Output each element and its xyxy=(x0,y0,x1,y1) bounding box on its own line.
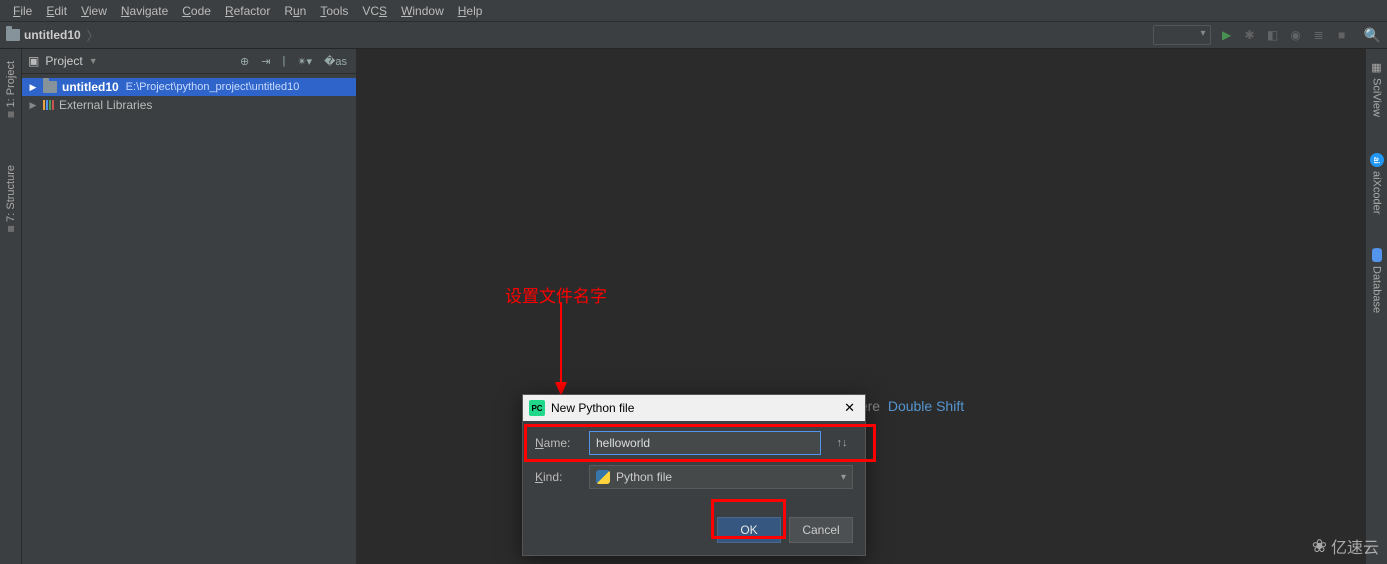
menu-refactor[interactable]: Refactor xyxy=(218,2,277,20)
pycharm-icon: PC xyxy=(529,400,545,416)
left-tool-gutter: 1: Project 7: Structure xyxy=(0,49,22,564)
tab-sciview[interactable]: ▦SciView xyxy=(1368,57,1385,121)
coverage-icon[interactable]: ◧ xyxy=(1266,28,1280,42)
chevron-right-icon: 〉 xyxy=(87,27,99,44)
right-tool-gutter: ▦SciView aiaiXcoder Database xyxy=(1365,49,1387,564)
watermark: ❀ 亿速云 xyxy=(1312,534,1379,558)
kind-value: Python file xyxy=(616,470,672,484)
project-panel: ▣ Project ▼ ⊕ ⇥ | ✴▾ �as ▶ untitled10 E:… xyxy=(22,49,357,564)
hint-shortcut: Double Shift xyxy=(888,398,964,414)
python-file-icon xyxy=(596,470,610,484)
tree-node-name: untitled10 xyxy=(62,80,119,94)
name-input[interactable] xyxy=(589,431,821,455)
folder-icon xyxy=(6,29,20,41)
dialog-title-text: New Python file xyxy=(551,401,634,415)
menu-navigate[interactable]: Navigate xyxy=(114,2,175,20)
menu-code[interactable]: Code xyxy=(175,2,218,20)
tree-node-path: E:\Project\python_project\untitled10 xyxy=(126,81,300,93)
tab-database[interactable]: Database xyxy=(1369,246,1385,317)
close-icon[interactable]: ✕ xyxy=(840,400,859,416)
new-python-file-dialog: PC New Python file ✕ Name: ↑↓ Kind: Pyth… xyxy=(522,394,866,556)
expand-arrow-icon[interactable]: ▶ xyxy=(28,82,38,93)
aixcoder-icon: ai xyxy=(1370,153,1384,167)
tab-aixcoder[interactable]: aiaiXcoder xyxy=(1368,149,1386,218)
menu-window[interactable]: Window xyxy=(394,2,451,20)
annotation-arrow-icon xyxy=(546,302,576,398)
collapse-all-icon[interactable]: ⇥ xyxy=(258,55,273,68)
dialog-titlebar[interactable]: PC New Python file ✕ xyxy=(523,395,865,421)
ok-button[interactable]: OK xyxy=(717,517,781,543)
concurrency-icon[interactable]: ≣ xyxy=(1312,28,1326,42)
menu-vcs[interactable]: VCS xyxy=(355,2,394,20)
database-icon xyxy=(1372,250,1382,262)
folder-icon xyxy=(43,81,57,93)
tab-structure-tool[interactable]: 7: Structure xyxy=(3,161,19,236)
project-tree[interactable]: ▶ untitled10 E:\Project\python_project\u… xyxy=(22,74,356,118)
name-label: Name: xyxy=(535,436,579,450)
breadcrumb-project[interactable]: untitled10 xyxy=(24,28,81,42)
divider-icon: | xyxy=(279,55,288,67)
nav-bar: untitled10 〉 ▶ ✱ ◧ ◉ ≣ ■ 🔍 xyxy=(0,22,1387,49)
cancel-button[interactable]: Cancel xyxy=(789,517,853,543)
tree-root-row[interactable]: ▶ untitled10 E:\Project\python_project\u… xyxy=(22,78,356,96)
hide-panel-icon[interactable]: �as xyxy=(321,55,350,68)
project-scope-icon: ▣ xyxy=(28,54,39,68)
chevron-down-icon[interactable]: ▼ xyxy=(89,56,98,66)
watermark-text: 亿速云 xyxy=(1331,534,1379,558)
menu-edit[interactable]: Edit xyxy=(39,2,74,20)
menu-bar: File Edit View Navigate Code Refactor Ru… xyxy=(0,0,1387,22)
tab-project-tool[interactable]: 1: Project xyxy=(3,57,19,121)
menu-help[interactable]: Help xyxy=(451,2,490,20)
run-config-combo[interactable] xyxy=(1153,25,1211,45)
tree-external-row[interactable]: ▶ External Libraries xyxy=(22,96,356,114)
stop-icon[interactable]: ■ xyxy=(1335,28,1349,42)
run-icon[interactable]: ▶ xyxy=(1220,28,1234,42)
menu-run[interactable]: Run xyxy=(277,2,313,20)
kind-label: Kind: xyxy=(535,470,579,484)
debug-icon[interactable]: ✱ xyxy=(1243,28,1257,42)
project-panel-header: ▣ Project ▼ ⊕ ⇥ | ✴▾ �as xyxy=(22,49,356,74)
search-icon[interactable]: 🔍 xyxy=(1364,27,1381,44)
project-panel-title[interactable]: Project xyxy=(45,54,82,68)
sort-updown-icon[interactable]: ↑↓ xyxy=(831,432,853,454)
profiler-icon[interactable]: ◉ xyxy=(1289,28,1303,42)
menu-view[interactable]: View xyxy=(74,2,114,20)
expand-arrow-icon[interactable]: ▶ xyxy=(28,100,38,111)
libraries-icon xyxy=(43,100,54,110)
kind-combo[interactable]: Python file xyxy=(589,465,853,489)
menu-file[interactable]: File xyxy=(6,2,39,20)
gear-icon[interactable]: ✴▾ xyxy=(294,55,315,68)
scroll-from-source-icon[interactable]: ⊕ xyxy=(237,55,252,68)
menu-tools[interactable]: Tools xyxy=(313,2,355,20)
tree-node-name: External Libraries xyxy=(59,98,152,112)
watermark-icon: ❀ xyxy=(1312,536,1327,557)
